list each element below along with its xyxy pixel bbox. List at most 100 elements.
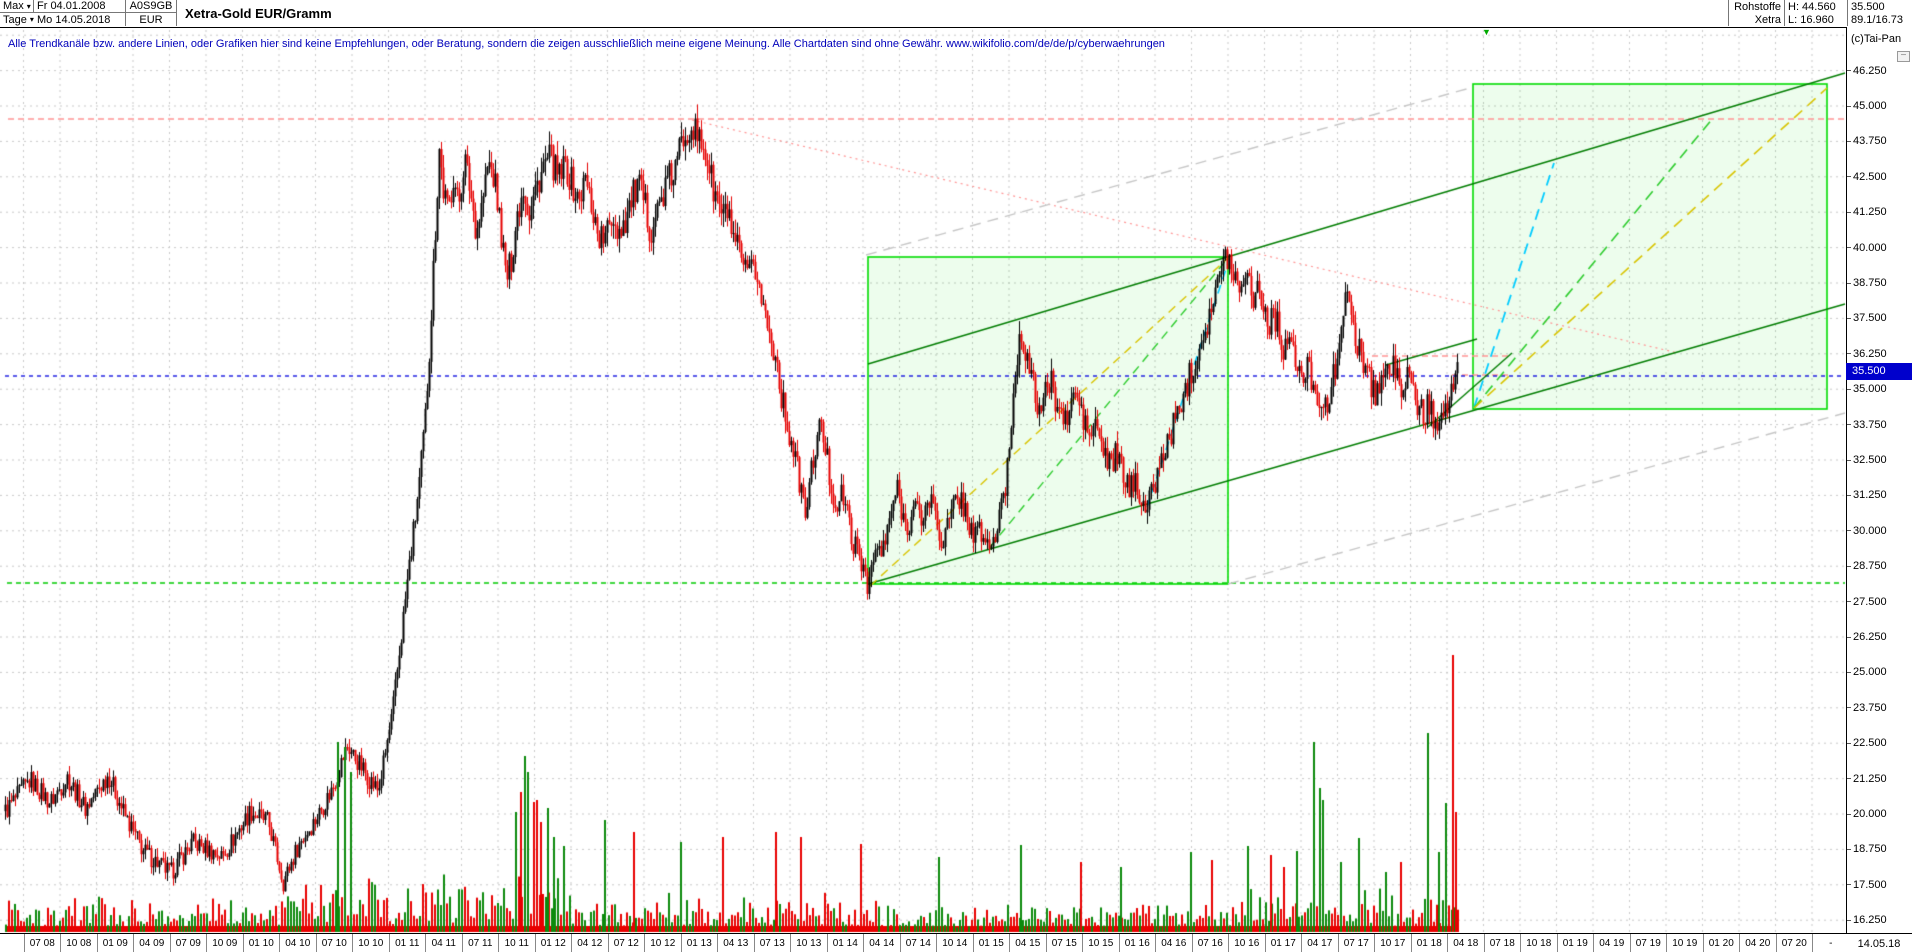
x-axis-label: 04 12: [571, 934, 608, 952]
copyright-label: (c)Tai-Pan: [1851, 33, 1901, 45]
wkn-value: A0S9GB: [130, 0, 173, 12]
x-axis-label: 10 09: [206, 934, 243, 952]
period-dropdown[interactable]: Tage ▾: [0, 13, 34, 26]
x-axis-label: 01 11: [389, 934, 426, 952]
taipan-chart-window: Max ▾ Fr 04.01.2008 A0S9GB Xetra-Gold EU…: [0, 0, 1912, 952]
y-axis-tick: [1847, 176, 1851, 177]
x-axis-label: 07 14: [900, 934, 937, 952]
x-axis-label: 10 14: [936, 934, 973, 952]
x-axis-label: 10 15: [1082, 934, 1119, 952]
x-axis-label: 04 20: [1739, 934, 1776, 952]
period-low: L: 16.960: [1785, 13, 1848, 26]
last-price: 35.500: [1848, 0, 1912, 13]
chevron-down-icon: ▾: [27, 2, 31, 11]
y-axis-tick: [1847, 814, 1851, 815]
y-axis-label: 31.250: [1853, 489, 1887, 501]
x-axis-label: 04 19: [1593, 934, 1630, 952]
x-axis-label: 04 09: [133, 934, 170, 952]
y-axis-label: 37.500: [1853, 312, 1887, 324]
x-axis-label: 01 15: [973, 934, 1010, 952]
x-axis-label: 01 13: [681, 934, 718, 952]
x-axis-label: 07 17: [1338, 934, 1375, 952]
y-axis-tick: [1847, 778, 1851, 779]
date-marker-icon: ▼: [1482, 27, 1491, 37]
x-axis-label: 04 18: [1447, 934, 1484, 952]
y-axis-label: 30.000: [1853, 525, 1887, 537]
y-axis-tick: [1847, 424, 1851, 425]
y-axis-label: 18.750: [1853, 843, 1887, 855]
y-axis-label: 38.750: [1853, 277, 1887, 289]
price-axis[interactable]: 46.25045.00043.75042.50041.25040.00038.7…: [1846, 27, 1912, 933]
x-axis-label: 07 19: [1630, 934, 1667, 952]
x-axis-label: 07 18: [1484, 934, 1521, 952]
x-axis-label: 01 17: [1265, 934, 1302, 952]
y-axis-tick: [1847, 849, 1851, 850]
x-axis-label: 01 20: [1703, 934, 1740, 952]
y-axis-tick: [1847, 920, 1851, 921]
currency-value: EUR: [139, 14, 162, 26]
y-axis-tick: [1847, 106, 1851, 107]
y-axis-tick: [1847, 141, 1851, 142]
y-axis-tick: [1847, 601, 1851, 602]
y-axis-label: 35.000: [1853, 383, 1887, 395]
period-dropdown-label: Tage: [3, 14, 27, 26]
y-axis-label: 20.000: [1853, 808, 1887, 820]
y-axis-label: 43.750: [1853, 135, 1887, 147]
page-title: Xetra-Gold EUR/Gramm: [182, 0, 682, 26]
y-axis-tick: [1847, 672, 1851, 673]
collapse-icon[interactable]: ─: [1897, 51, 1910, 62]
group-name-line2: Xetra: [1728, 13, 1785, 26]
current-price-badge: 35.500: [1846, 363, 1912, 380]
y-axis-label: 46.250: [1853, 65, 1887, 77]
x-axis-label: 04 13: [717, 934, 754, 952]
y-axis-tick: [1847, 460, 1851, 461]
x-axis-label: 04 17: [1301, 934, 1338, 952]
time-axis[interactable]: 07 0810 0801 0904 0907 0910 0901 1004 10…: [0, 933, 1846, 952]
y-axis-label: 36.250: [1853, 348, 1887, 360]
x-axis-label: 10 18: [1520, 934, 1557, 952]
y-axis-tick: [1847, 495, 1851, 496]
x-axis-label: 07 12: [608, 934, 645, 952]
y-axis-label: 32.500: [1853, 454, 1887, 466]
y-axis-tick: [1847, 212, 1851, 213]
y-axis-tick: [1847, 283, 1851, 284]
y-axis-label: 45.000: [1853, 100, 1887, 112]
y-axis-tick: [1847, 353, 1851, 354]
x-axis-label: 07 20: [1776, 934, 1813, 952]
bid-ask-info: 89.1/16.73: [1848, 13, 1912, 26]
y-axis-label: 25.000: [1853, 666, 1887, 678]
wkn-field: A0S9GB: [126, 0, 177, 13]
range-dropdown[interactable]: Max ▾: [0, 0, 34, 13]
date-to-value: Mo 14.05.2018: [37, 14, 110, 26]
y-axis-label: 41.250: [1853, 206, 1887, 218]
x-axis-label: -: [1812, 934, 1849, 952]
x-axis-label: 10 13: [790, 934, 827, 952]
date-to-field[interactable]: Mo 14.05.2018: [34, 13, 126, 26]
x-axis-label: 07 16: [1192, 934, 1229, 952]
y-axis-tick: [1847, 70, 1851, 71]
y-axis-label: 27.500: [1853, 596, 1887, 608]
x-axis-label: 10 12: [644, 934, 681, 952]
x-axis-label: 04 15: [1009, 934, 1046, 952]
x-axis-label: 07 11: [462, 934, 499, 952]
x-axis-label: 07 10: [316, 934, 353, 952]
date-from-field[interactable]: Fr 04.01.2008: [34, 0, 126, 13]
range-dropdown-label: Max: [3, 0, 24, 12]
y-axis-tick: [1847, 707, 1851, 708]
y-axis-tick: [1847, 637, 1851, 638]
x-axis-label: 01 09: [97, 934, 134, 952]
y-axis-label: 40.000: [1853, 242, 1887, 254]
y-axis-tick: [1847, 247, 1851, 248]
y-axis-tick: [1847, 743, 1851, 744]
x-axis-label: 07 15: [1046, 934, 1083, 952]
y-axis-label: 17.500: [1853, 879, 1887, 891]
last-date-label: 14.05.18: [1846, 933, 1912, 952]
y-axis-label: 22.500: [1853, 737, 1887, 749]
y-axis-tick: [1847, 884, 1851, 885]
x-axis-label: 01 14: [827, 934, 864, 952]
x-axis-label: 01 19: [1557, 934, 1594, 952]
chart-plot[interactable]: [0, 27, 1846, 933]
x-axis-label: 07 13: [754, 934, 791, 952]
y-axis-tick: [1847, 530, 1851, 531]
x-axis-label: 10 16: [1228, 934, 1265, 952]
